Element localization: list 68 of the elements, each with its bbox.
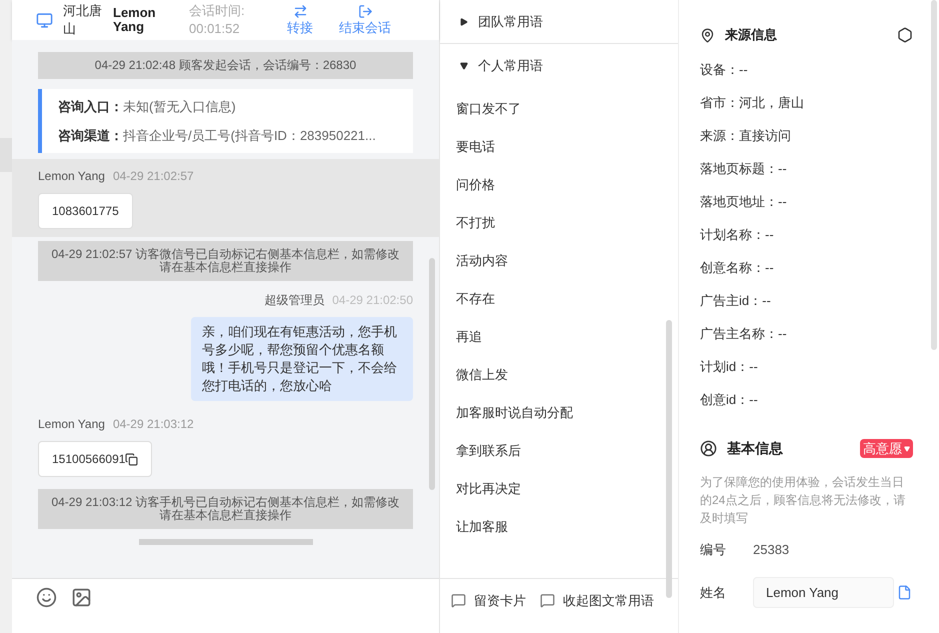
exit-icon [358,4,372,19]
section-title: 来源信息 [725,26,778,44]
message-icon [451,593,466,608]
sender-name: 超级管理员 [264,292,324,309]
sender-name: Lemon Yang [38,416,105,433]
phrase-item[interactable]: 活动内容 [456,242,573,280]
source-field: 创意id：-- [700,383,913,416]
info-value: 未知(暂无入口信息) [123,98,236,116]
swap-arrows-icon [292,4,308,19]
phrase-item[interactable]: 拿到联系后 [456,432,573,470]
phrase-item[interactable]: 问价格 [456,166,573,204]
info-label: 咨询入口： [58,98,123,116]
name-field[interactable]: Lemon Yang [753,577,894,608]
source-field: 广告主名称：-- [700,317,913,350]
duration-label: 会话时间: [189,2,246,20]
phrase-item[interactable]: 不打扰 [456,204,573,242]
phrase-item[interactable]: 让加客服 [456,508,573,546]
caret-icon [460,62,468,70]
phrase-item[interactable]: 加客服时说自动分配 [456,394,573,432]
source-field: 落地页标题：-- [700,152,913,185]
field-value: 25383 [753,541,790,560]
caret-icon [904,446,910,452]
message-time: 04-29 21:02:57 [112,168,194,185]
section-title: 基本信息 [727,439,784,458]
message-bubble: 15100566091 [38,441,152,477]
source-field: 计划名称：-- [700,218,913,251]
phrase-item[interactable]: 要电话 [456,128,573,166]
caret-icon [460,18,468,26]
field-label: 编号 [700,541,727,560]
info-value: 抖音企业号/员工号(抖音号ID：283950221... [123,126,376,145]
duration-value: 00:01:52 [189,20,241,38]
message-bubble: 1083601775 [38,193,133,229]
field-label: 姓名 [700,584,727,602]
system-notice: 04-29 21:02:48 顾客发起会话，会话编号：26830 [38,52,413,79]
system-notice: 04-29 21:03:12 访客手机号已自动标记右侧基本信息栏，如需修改请在基本信息栏直接操作 [38,489,413,529]
location-pin-icon [700,28,715,42]
sender-name: Lemon Yang [38,168,105,185]
system-notice: 04-29 21:02:57 访客微信号已自动标记右侧基本信息栏，如需修改请在基本信息栏直接操作 [38,241,413,281]
source-field: 广告主id：-- [700,284,913,317]
user-icon [700,440,717,457]
emoji-icon[interactable] [36,587,57,608]
message-time: 04-29 21:02:50 [332,292,413,309]
source-field: 省市：河北，唐山 [700,86,913,119]
phrase-group-toggle[interactable]: 个人常用语 [440,44,678,88]
source-field: 设备：-- [700,53,913,86]
source-field: 来源：直接访问 [700,119,913,152]
message-bubble: 亲，咱们现在有钜惠活动，您手机号多少呢，帮您预留个优惠名额哦！手机号只是登记一下，不会给您打电话的，您放心哈 [191,317,413,401]
visitor-location: 河北唐山 [63,2,103,38]
source-field: 落地页地址：-- [700,185,913,218]
phrase-item[interactable]: 微信上发 [456,356,573,394]
phrase-item[interactable]: 对比再决定 [456,470,573,508]
image-icon[interactable] [71,587,92,608]
phrase-item[interactable]: 窗口发不了 [456,90,573,128]
source-field: 创意名称：-- [700,251,913,284]
phrase-group-toggle[interactable]: 团队常用语 [440,0,678,44]
message-icon [540,593,555,608]
collapse-phrases-button[interactable]: 收起图文常用语 [540,591,654,610]
intent-tag[interactable]: 高意愿 [860,438,913,458]
visitor-name: Lemon Yang [113,6,157,34]
message-time: 04-29 21:03:12 [112,416,194,433]
phrase-item[interactable]: 再追 [456,318,573,356]
copy-icon[interactable] [125,452,138,466]
lead-card-button[interactable]: 留资卡片 [451,591,526,610]
source-field: 计划id：-- [700,350,913,383]
info-label: 咨询渠道： [58,126,123,144]
notice-text: 为了保障您的使用体验，会话发生当日的24点之后，顾客信息将无法修改，请及时填写 [700,474,906,527]
monitor-icon [36,12,53,28]
phrase-item[interactable]: 不存在 [456,280,573,318]
